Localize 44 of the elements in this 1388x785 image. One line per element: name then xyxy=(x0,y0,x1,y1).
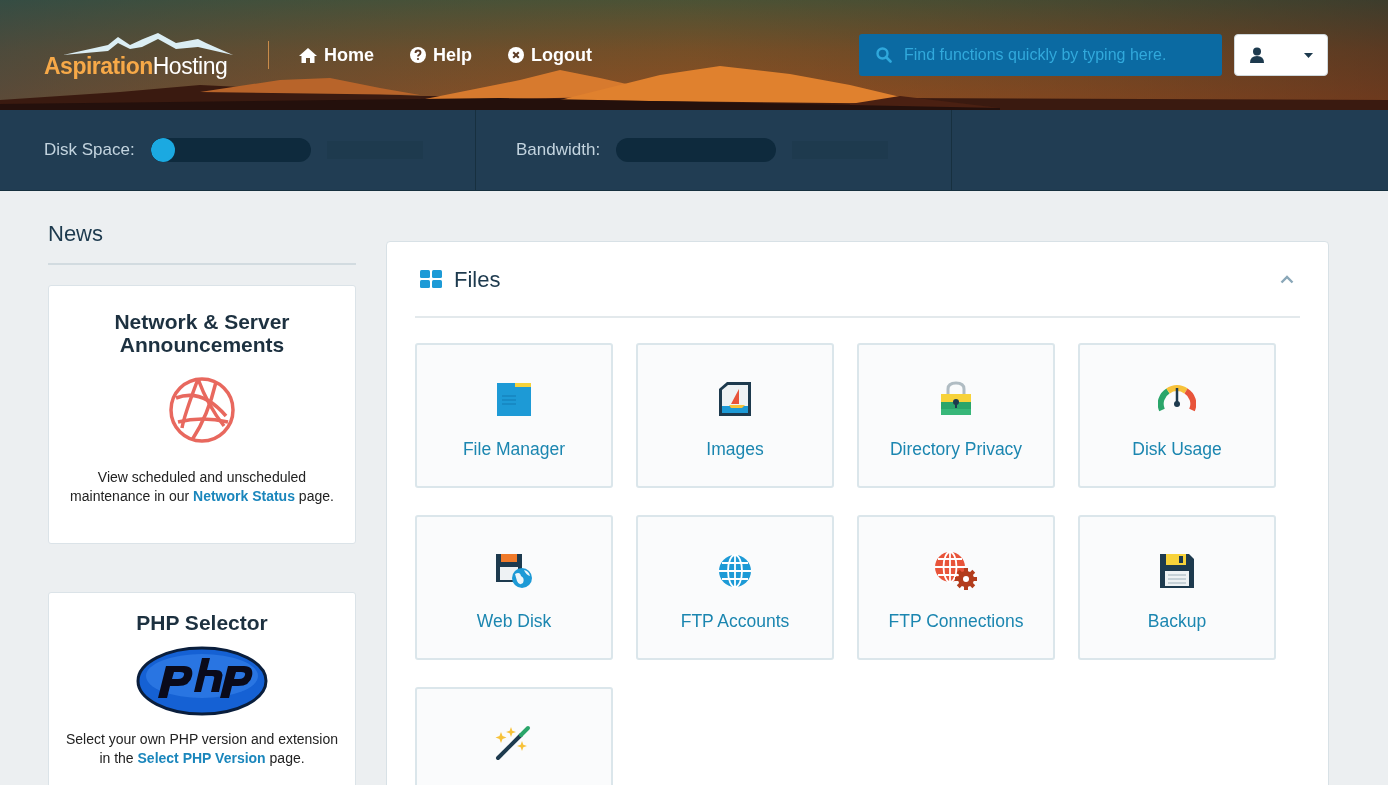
user-menu-button[interactable] xyxy=(1234,34,1328,76)
tool-tile[interactable]: Backup xyxy=(1078,515,1276,660)
chevron-up-icon xyxy=(1280,274,1294,284)
magic-wand-icon xyxy=(495,725,533,761)
home-icon xyxy=(299,47,317,63)
text-link[interactable]: Select PHP Version xyxy=(137,750,266,766)
tool-tile[interactable]: File Manager xyxy=(415,343,613,488)
card-title: Network & Server Announcements xyxy=(113,310,291,356)
collapse-button[interactable] xyxy=(1280,274,1294,284)
globe-gear-icon xyxy=(934,551,978,591)
gauge-icon xyxy=(1158,384,1196,414)
close-icon xyxy=(508,47,525,63)
image-icon xyxy=(717,381,753,417)
lock-icon xyxy=(940,381,972,417)
tool-tile[interactable]: Directory Privacy xyxy=(857,343,1055,488)
tool-tile[interactable]: FTP Accounts xyxy=(636,515,834,660)
card-text: View scheduled and unscheduled maintenance in our Network Status page. xyxy=(69,468,335,506)
logo-text: Hosting xyxy=(152,54,228,78)
php-logo-icon xyxy=(136,646,268,716)
tool-tile[interactable]: Disk Usage xyxy=(1078,343,1276,488)
help-icon xyxy=(410,47,426,63)
section-heading: News xyxy=(48,223,104,245)
globe-icon xyxy=(717,553,753,589)
card-text: Select your own PHP version and extension in the Select PHP Version page. xyxy=(64,730,340,768)
caret-icon xyxy=(1304,52,1313,58)
tool-tile[interactable]: Web Disk xyxy=(415,515,613,660)
nav-link[interactable]: Help xyxy=(410,41,473,69)
meter-label: Bandwidth: xyxy=(516,139,601,162)
text-link[interactable]: Network Status xyxy=(193,488,295,504)
meter-label: Disk Space: xyxy=(44,139,135,162)
section-heading: Files xyxy=(454,265,501,294)
logo-text: Aspiration xyxy=(44,54,153,78)
search-icon xyxy=(876,47,892,63)
user-icon xyxy=(1249,47,1265,63)
nav-link[interactable]: Home xyxy=(299,41,374,69)
grid-icon xyxy=(420,270,442,288)
tool-tile[interactable]: Images xyxy=(636,343,834,488)
globe-icon xyxy=(168,376,236,444)
search-field[interactable]: Find functions quickly by typing here. xyxy=(859,34,1222,76)
tool-tile[interactable]: FTP Connections xyxy=(857,515,1055,660)
card-title: PHP Selector xyxy=(136,611,268,634)
floppy-globe-icon xyxy=(495,553,533,589)
nav-link[interactable]: Logout xyxy=(508,41,592,69)
folder-icon xyxy=(496,381,532,417)
